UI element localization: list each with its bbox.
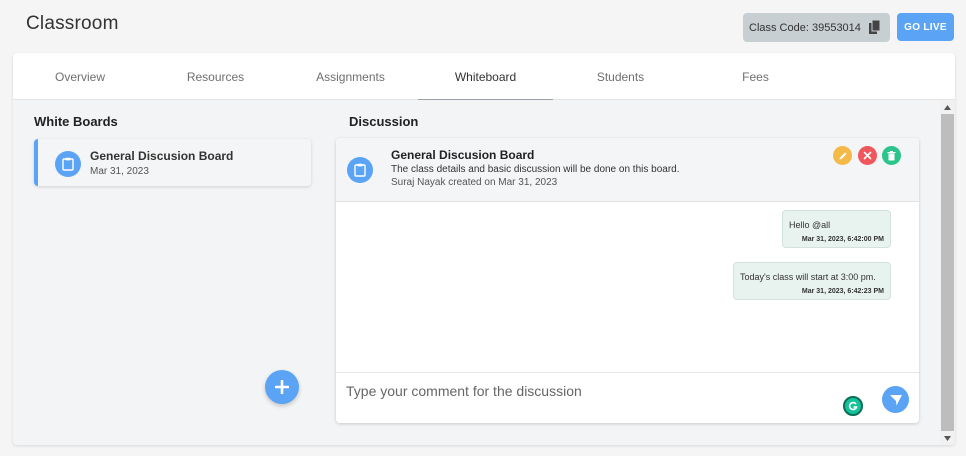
discussion-header: General Discusion Board The class detail… <box>336 138 919 202</box>
edit-board-button[interactable] <box>833 146 852 165</box>
discussion-board-name: General Discusion Board <box>391 148 535 162</box>
grammarly-icon[interactable] <box>843 396 863 416</box>
go-live-button[interactable]: GO LIVE <box>897 13 954 41</box>
scrollbar[interactable] <box>940 100 955 445</box>
class-code-text: Class Code: 39553014 <box>749 21 861 34</box>
clipboard-icon <box>55 151 81 177</box>
discussion-description: The class details and basic discussion w… <box>391 164 680 175</box>
plus-icon <box>275 380 289 394</box>
whiteboard-name: General Discusion Board <box>90 149 234 163</box>
comment-box <box>336 372 919 423</box>
tab-whiteboard[interactable]: Whiteboard <box>418 53 553 101</box>
whiteboard-content: White Boards General Discusion Board Mar… <box>13 100 955 445</box>
white-boards-title: White Boards <box>34 114 118 129</box>
chat-message: Today's class will start at 3:00 pm. Mar… <box>733 262 891 300</box>
message-time: Mar 31, 2023, 6:42:23 PM <box>801 288 884 295</box>
scroll-down-arrow-icon[interactable] <box>940 431 955 445</box>
tab-overview[interactable]: Overview <box>13 53 147 100</box>
close-board-button[interactable] <box>858 146 877 165</box>
close-icon <box>863 151 872 160</box>
trash-icon <box>887 150 896 160</box>
whiteboard-list-item[interactable]: General Discusion Board Mar 31, 2023 <box>34 139 311 186</box>
clipboard-icon <box>347 157 373 183</box>
tab-assignments[interactable]: Assignments <box>283 53 418 100</box>
tab-fees[interactable]: Fees <box>688 53 823 100</box>
delete-board-button[interactable] <box>882 146 901 165</box>
add-whiteboard-button[interactable] <box>265 370 299 404</box>
main-card: Overview Resources Assignments Whiteboar… <box>13 53 955 445</box>
scrollbar-thumb[interactable] <box>941 114 954 431</box>
whiteboard-date: Mar 31, 2023 <box>90 166 149 177</box>
tab-students[interactable]: Students <box>553 53 688 100</box>
copy-icon[interactable] <box>869 20 881 34</box>
message-text: Hello @all <box>789 220 831 230</box>
tab-resources[interactable]: Resources <box>148 53 283 100</box>
tab-bar: Overview Resources Assignments Whiteboar… <box>13 53 955 101</box>
discussion-meta: Suraj Nayak created on Mar 31, 2023 <box>391 177 558 188</box>
pencil-icon <box>839 152 846 159</box>
discussion-title: Discussion <box>349 114 419 129</box>
message-time: Mar 31, 2023, 6:42:00 PM <box>801 236 884 243</box>
message-text: Today's class will start at 3:00 pm. <box>740 272 876 282</box>
page-title: Classroom <box>26 13 119 34</box>
comment-input[interactable] <box>346 381 826 401</box>
class-code-badge: Class Code: 39553014 <box>743 13 890 42</box>
discussion-panel: General Discusion Board The class detail… <box>336 138 919 423</box>
scroll-up-arrow-icon[interactable] <box>940 100 955 114</box>
send-icon <box>889 394 902 405</box>
send-comment-button[interactable] <box>882 386 909 413</box>
chat-message: Hello @all Mar 31, 2023, 6:42:00 PM <box>782 210 891 248</box>
